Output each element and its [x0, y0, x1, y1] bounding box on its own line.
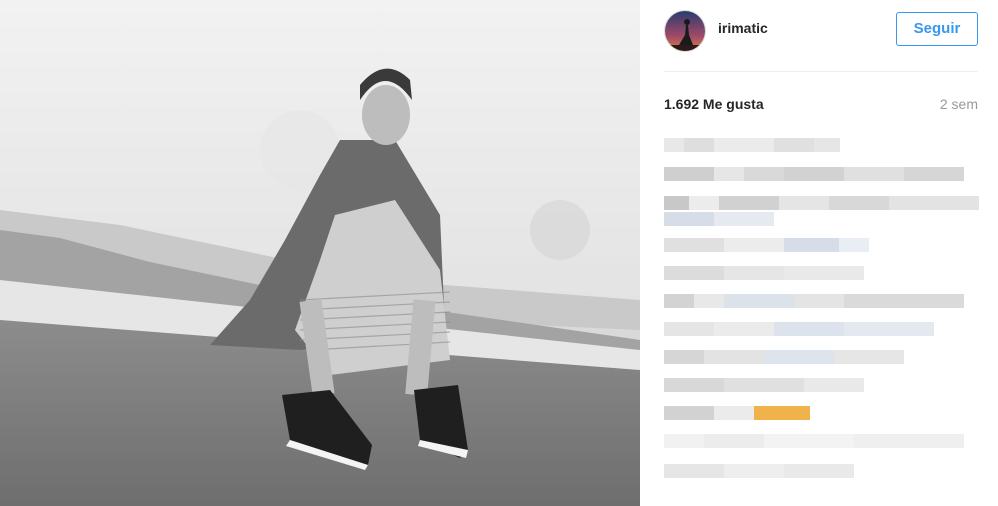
post-photo[interactable]	[0, 0, 640, 506]
redacted-line	[664, 406, 810, 420]
comments-redacted	[664, 138, 980, 498]
redacted-line	[664, 138, 840, 152]
redacted-line	[664, 238, 869, 252]
post-header: irimatic Seguir	[664, 0, 978, 72]
avatar[interactable]	[664, 10, 706, 52]
redacted-line	[664, 464, 854, 478]
post-photo-image	[0, 0, 640, 506]
redacted-line	[664, 212, 774, 226]
avatar-image	[665, 11, 705, 51]
username-link[interactable]: irimatic	[718, 20, 768, 36]
redacted-line	[664, 378, 864, 392]
post-timestamp[interactable]: 2 sem	[940, 96, 978, 112]
follow-button[interactable]: Seguir	[896, 12, 978, 46]
post-sidebar: irimatic Seguir 1.692 Me gusta 2 sem	[640, 0, 998, 506]
redacted-line	[664, 322, 934, 336]
redacted-line	[664, 294, 964, 308]
redacted-line	[664, 196, 979, 210]
redacted-line	[664, 434, 964, 448]
redacted-line	[664, 266, 864, 280]
likes-count[interactable]: 1.692 Me gusta	[664, 96, 764, 112]
redacted-line	[664, 167, 964, 181]
redacted-line	[664, 350, 904, 364]
